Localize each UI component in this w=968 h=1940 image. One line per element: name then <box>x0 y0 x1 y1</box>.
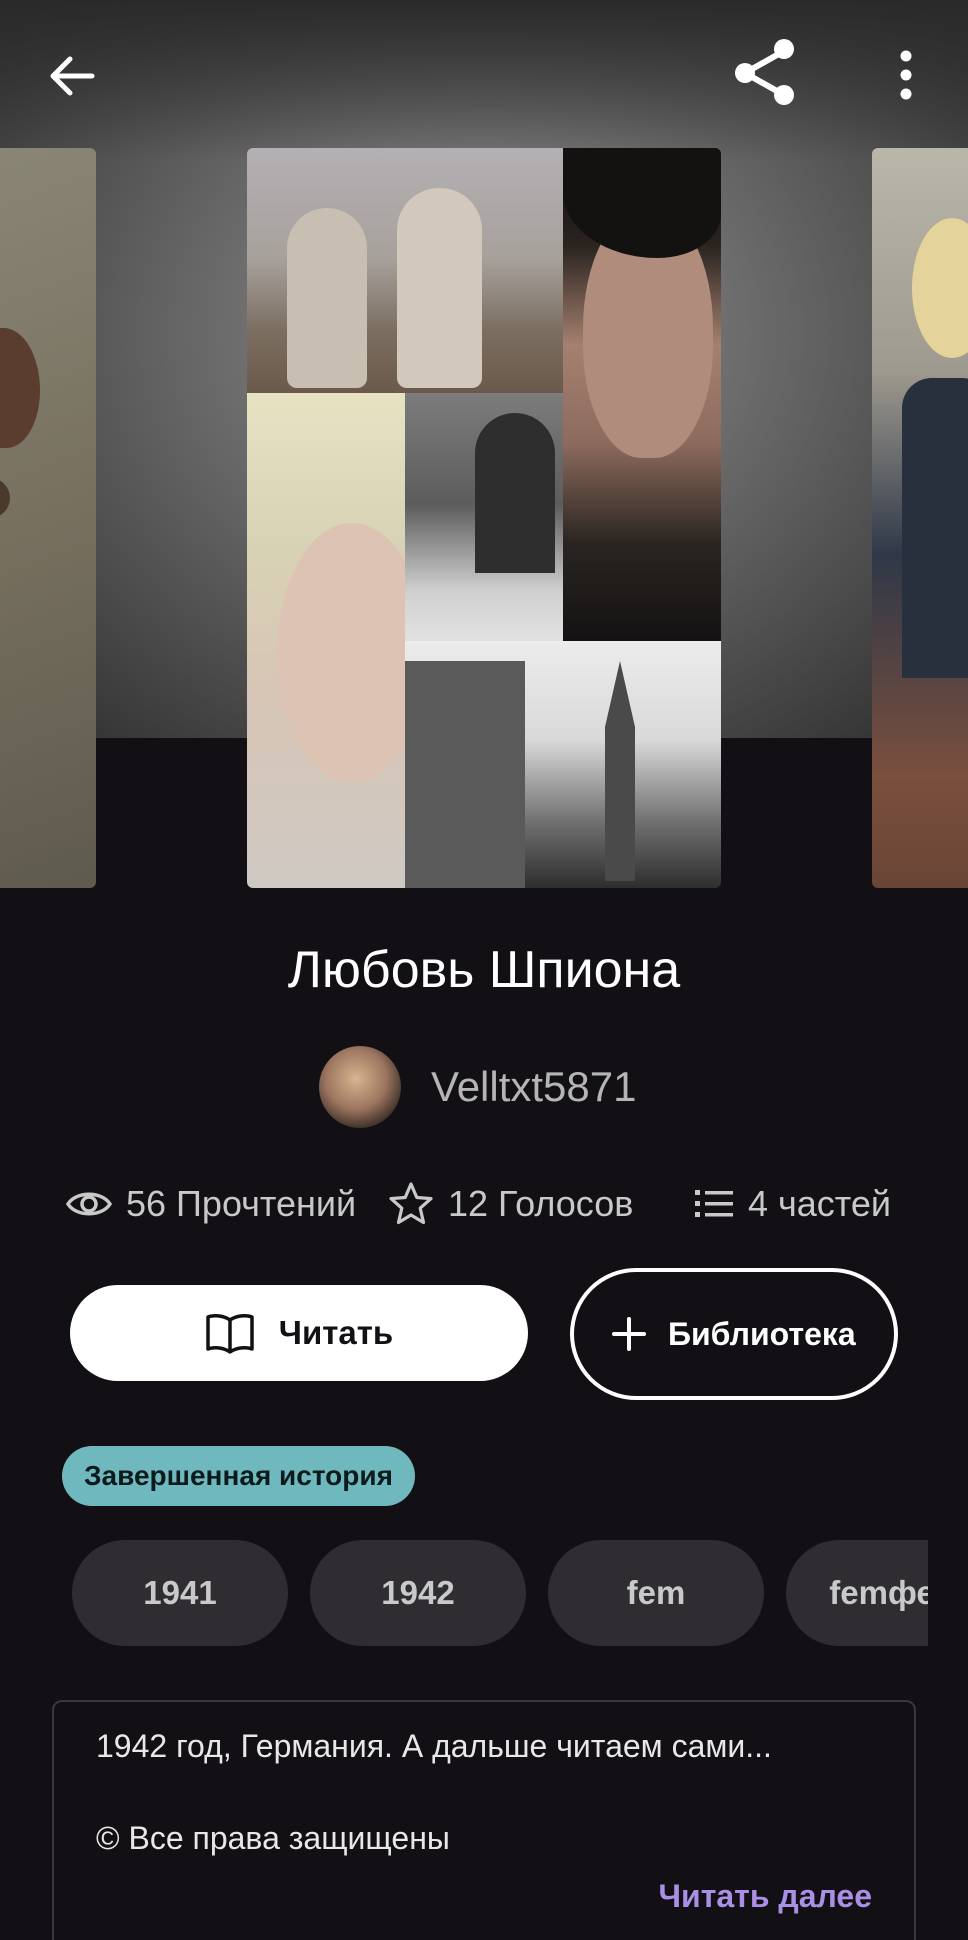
parts-stat[interactable]: 4 частей <box>694 1176 891 1232</box>
votes-stat: 12 Голосов <box>388 1176 633 1232</box>
description-card: 1942 год, Германия. А дальше читаем сами… <box>52 1700 916 1940</box>
tag-chip[interactable]: 1942 <box>310 1540 526 1646</box>
cover-image <box>247 148 721 888</box>
reads-stat: 56 Прочтений <box>66 1176 356 1232</box>
reads-count: 56 Прочтений <box>126 1183 357 1224</box>
plus-icon <box>612 1317 646 1351</box>
add-to-library-button[interactable]: Библиотека <box>570 1268 898 1400</box>
cover-previous[interactable] <box>0 148 96 888</box>
cover-tile-portrait-blonde <box>247 393 405 888</box>
star-icon <box>389 1182 433 1225</box>
book-open-icon <box>206 1314 254 1354</box>
read-more-link[interactable]: Читать далее <box>659 1878 872 1915</box>
arrow-left-icon <box>50 56 95 96</box>
story-stats: 56 Прочтений 12 Голосов 4 частей <box>0 1176 968 1232</box>
read-button[interactable]: Читать <box>70 1285 528 1381</box>
more-vertical-icon <box>900 50 912 100</box>
read-button-label: Читать <box>278 1314 394 1351</box>
cover-art <box>0 328 40 448</box>
votes-count: 12 Голосов <box>448 1183 634 1224</box>
cover-tile-city <box>405 641 721 888</box>
list-icon <box>695 1190 733 1217</box>
tag-chip[interactable]: fem <box>548 1540 764 1646</box>
description-text: 1942 год, Германия. А дальше читаем сами… <box>96 1728 772 1764</box>
author-row[interactable]: Velltxt5871 <box>319 1046 637 1128</box>
tag-chip[interactable]: femфем <box>786 1540 928 1646</box>
cover-tile-children <box>247 148 563 393</box>
library-button-label: Библиотека <box>668 1316 856 1352</box>
status-badge: Завершенная история <box>62 1446 415 1506</box>
share-button[interactable] <box>722 34 808 110</box>
more-options-button[interactable] <box>880 42 932 108</box>
cover-next[interactable] <box>872 148 968 888</box>
copyright-text: © Все права защищены <box>96 1820 450 1856</box>
tag-chip[interactable]: 1941 <box>72 1540 288 1646</box>
share-icon <box>735 39 794 105</box>
cover-tile-portrait-man <box>563 148 721 641</box>
story-title: Любовь Шпиона <box>287 941 681 999</box>
parts-count: 4 частей <box>748 1183 892 1224</box>
cover-tile-archway <box>405 393 563 641</box>
cover-art <box>0 478 10 518</box>
back-button[interactable] <box>40 44 104 108</box>
cover-art <box>902 378 968 678</box>
avatar[interactable] <box>319 1046 401 1128</box>
top-bar <box>0 0 968 150</box>
author-name[interactable]: Velltxt5871 <box>431 1063 637 1111</box>
tag-list: 1941 1942 fem femфем <box>62 1536 928 1648</box>
eye-icon <box>66 1192 112 1216</box>
cover-art <box>912 218 968 358</box>
